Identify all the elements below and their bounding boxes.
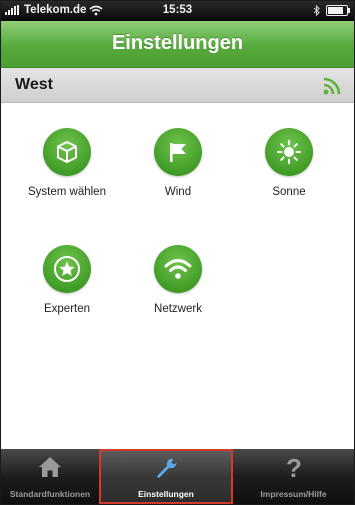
battery-level bbox=[328, 7, 344, 14]
tile-label: Sonne bbox=[272, 186, 306, 198]
wrench-icon bbox=[156, 458, 177, 479]
sun-icon bbox=[277, 140, 301, 164]
home-icon bbox=[39, 457, 61, 477]
tile-wind[interactable]: Wind bbox=[123, 128, 233, 198]
tile-sonne[interactable]: Sonne bbox=[234, 128, 344, 198]
rss-icon[interactable] bbox=[322, 76, 342, 96]
section-title: West bbox=[15, 76, 53, 93]
tab-icon-wrapper bbox=[1, 455, 99, 479]
tab-bar: Standardfunktionen Einstellungen ? Impre… bbox=[1, 449, 354, 504]
tile-label: Netzwerk bbox=[154, 303, 202, 315]
tile-label: Wind bbox=[164, 186, 192, 198]
tab-icon-wrapper: ? bbox=[233, 455, 354, 481]
tile-label: Experten bbox=[43, 303, 91, 315]
star-icon bbox=[54, 256, 80, 282]
tile-netzwerk[interactable]: Netzwerk bbox=[123, 245, 233, 315]
wifi-icon bbox=[164, 259, 192, 279]
tile-system[interactable]: System wählen bbox=[12, 128, 122, 198]
flag-icon bbox=[170, 143, 186, 162]
page-title: Einstellungen bbox=[111, 32, 244, 54]
cube-icon bbox=[57, 141, 77, 163]
bluetooth-icon bbox=[313, 5, 320, 16]
nav-bar: Einstellungen bbox=[1, 21, 354, 68]
status-right bbox=[313, 5, 350, 16]
tile-label: System wählen bbox=[28, 186, 106, 198]
app-frame: Telekom.de 15:53 Einstellungen West Syst… bbox=[0, 0, 355, 505]
tab-standardfunktionen[interactable]: Standardfunktionen bbox=[1, 449, 99, 504]
tab-label: Einstellungen bbox=[138, 489, 194, 499]
system-button[interactable] bbox=[43, 128, 91, 176]
svg-text:?: ? bbox=[286, 455, 302, 481]
netzwerk-button[interactable] bbox=[154, 245, 202, 293]
section-header: West bbox=[1, 68, 354, 103]
tab-icon-wrapper bbox=[99, 455, 233, 481]
status-bar: Telekom.de 15:53 bbox=[1, 1, 354, 21]
clock: 15:53 bbox=[162, 4, 193, 16]
sonne-button[interactable] bbox=[265, 128, 313, 176]
wind-button[interactable] bbox=[154, 128, 202, 176]
battery-icon bbox=[326, 5, 350, 16]
tab-impressum-hilfe[interactable]: ? Impressum/Hilfe bbox=[233, 449, 354, 504]
tab-label: Standardfunktionen bbox=[9, 489, 91, 499]
question-icon: ? bbox=[286, 455, 302, 481]
tab-einstellungen[interactable]: Einstellungen bbox=[99, 449, 233, 504]
experten-button[interactable] bbox=[43, 245, 91, 293]
tile-experten[interactable]: Experten bbox=[12, 245, 122, 315]
tab-label: Impressum/Hilfe bbox=[260, 489, 327, 499]
